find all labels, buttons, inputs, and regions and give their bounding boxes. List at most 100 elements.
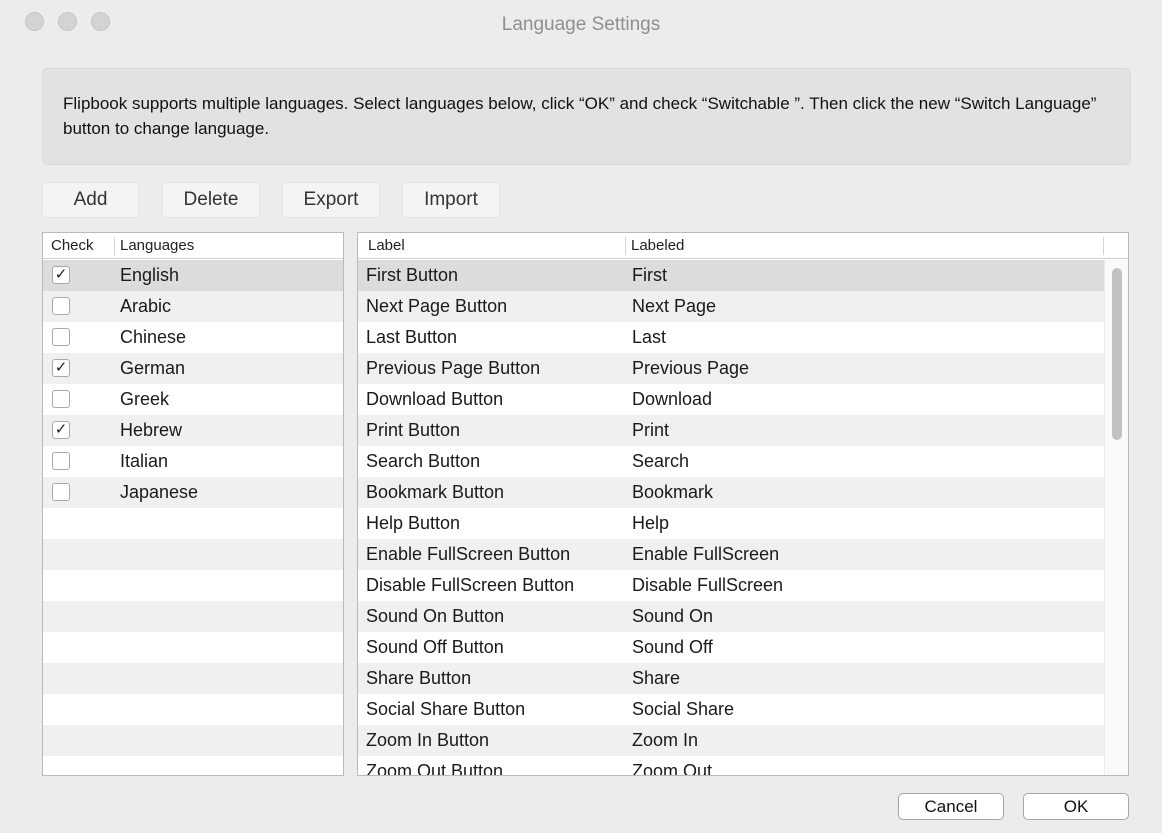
language-row[interactable]: Japanese (43, 477, 343, 508)
label-cell: Last Button (366, 327, 458, 347)
label-cell: Previous Page Button (366, 358, 541, 378)
label-row[interactable]: Help Button Help (358, 508, 1104, 539)
label-row[interactable]: Print Button Print (358, 415, 1104, 446)
language-checkbox[interactable] (52, 328, 70, 346)
language-name: Japanese (120, 482, 199, 502)
scrollbar-thumb[interactable] (1112, 268, 1122, 440)
label-row[interactable]: Zoom Out Button Zoom Out (358, 756, 1104, 775)
check-column-header[interactable]: Check (51, 237, 94, 254)
labeled-cell[interactable]: Enable FullScreen (632, 544, 779, 565)
label-row[interactable]: Sound On Button Sound On (358, 601, 1104, 632)
language-checkbox[interactable]: ✓ (52, 421, 70, 439)
languages-table-body: ✓ English Arabic Chinese ✓ German Greek ✓ Hebrew… (43, 260, 343, 775)
labeled-cell[interactable]: Social Share (632, 699, 734, 720)
export-button[interactable]: Export (282, 182, 380, 218)
labeled-cell[interactable]: Sound Off (632, 637, 713, 658)
language-name: German (120, 358, 186, 378)
labeled-cell[interactable]: Download (632, 389, 712, 410)
label-cell: Social Share Button (366, 699, 526, 719)
labeled-cell[interactable]: Next Page (632, 296, 716, 317)
language-row[interactable]: ✓ German (43, 353, 343, 384)
label-cell: Share Button (366, 668, 472, 688)
label-row[interactable]: Last Button Last (358, 322, 1104, 353)
label-cell: Search Button (366, 451, 481, 471)
label-cell: Zoom In Button (366, 730, 490, 750)
language-name: English (120, 265, 180, 285)
empty-row (43, 601, 343, 632)
cancel-button[interactable]: Cancel (898, 793, 1004, 820)
column-divider (1103, 237, 1104, 255)
labeled-cell[interactable]: Help (632, 513, 669, 534)
window-title: Language Settings (501, 14, 661, 35)
language-checkbox[interactable] (52, 452, 70, 470)
add-button[interactable]: Add (42, 182, 139, 218)
label-row[interactable]: Disable FullScreen Button Disable FullScr… (358, 570, 1104, 601)
labeled-column-header[interactable]: Labeled (631, 237, 684, 254)
label-cell: First Button (366, 265, 459, 285)
empty-row (43, 663, 343, 694)
empty-row (43, 725, 343, 756)
labeled-cell[interactable]: Bookmark (632, 482, 713, 503)
delete-button[interactable]: Delete (162, 182, 260, 218)
label-column-header[interactable]: Label (368, 237, 405, 254)
column-divider[interactable] (625, 237, 626, 255)
label-row[interactable]: Share Button Share (358, 663, 1104, 694)
labeled-cell[interactable]: Print (632, 420, 669, 441)
language-checkbox[interactable] (52, 390, 70, 408)
empty-row (43, 539, 343, 570)
language-row[interactable]: Arabic (43, 291, 343, 322)
label-row[interactable]: Sound Off Button Sound Off (358, 632, 1104, 663)
labeled-cell[interactable]: First (632, 265, 667, 286)
labeled-cell[interactable]: Zoom Out (632, 761, 712, 775)
label-cell: Help Button (366, 513, 461, 533)
labeled-cell[interactable]: Previous Page (632, 358, 749, 379)
language-checkbox[interactable] (52, 297, 70, 315)
label-cell: Next Page Button (366, 296, 508, 316)
label-cell: Bookmark Button (366, 482, 505, 502)
labels-scrollbar[interactable] (1104, 260, 1128, 775)
label-cell: Sound Off Button (366, 637, 504, 657)
label-row[interactable]: Next Page Button Next Page (358, 291, 1104, 322)
empty-row (43, 570, 343, 601)
label-row[interactable]: Zoom In Button Zoom In (358, 725, 1104, 756)
label-row[interactable]: Enable FullScreen Button Enable FullScree… (358, 539, 1104, 570)
label-cell: Download Button (366, 389, 504, 409)
label-row[interactable]: Download Button Download (358, 384, 1104, 415)
language-row[interactable]: Chinese (43, 322, 343, 353)
column-divider[interactable] (114, 237, 115, 255)
language-checkbox[interactable]: ✓ (52, 266, 70, 284)
ok-button[interactable]: OK (1023, 793, 1129, 820)
language-row[interactable]: Greek (43, 384, 343, 415)
language-row[interactable]: ✓ English (43, 260, 343, 291)
label-row[interactable]: Previous Page Button Previous Page (358, 353, 1104, 384)
label-row[interactable]: First Button First (358, 260, 1104, 291)
labeled-cell[interactable]: Last (632, 327, 666, 348)
labels-table-body: First Button First Next Page Button Next Pa… (358, 260, 1104, 775)
language-name: Chinese (120, 327, 187, 347)
language-checkbox[interactable] (52, 483, 70, 501)
label-cell: Disable FullScreen Button (366, 575, 575, 595)
language-name: Hebrew (120, 420, 183, 440)
empty-row (43, 694, 343, 725)
language-name: Italian (120, 451, 169, 471)
labeled-cell[interactable]: Zoom In (632, 730, 698, 751)
language-row[interactable]: ✓ Hebrew (43, 415, 343, 446)
languages-column-header[interactable]: Languages (120, 237, 194, 254)
language-checkbox[interactable]: ✓ (52, 359, 70, 377)
labeled-cell[interactable]: Sound On (632, 606, 713, 627)
language-row[interactable]: Italian (43, 446, 343, 477)
labeled-cell[interactable]: Disable FullScreen (632, 575, 783, 596)
labels-table: Label Labeled First Button First Next Page… (357, 232, 1129, 776)
labeled-cell[interactable]: Search (632, 451, 689, 472)
language-name: Arabic (120, 296, 172, 316)
title-bar: Language Settings (0, 0, 1162, 46)
label-row[interactable]: Search Button Search (358, 446, 1104, 477)
label-row[interactable]: Social Share Button Social Share (358, 694, 1104, 725)
labeled-cell[interactable]: Share (632, 668, 680, 689)
import-button[interactable]: Import (402, 182, 500, 218)
labels-table-header: Label Labeled (358, 233, 1128, 259)
language-name: Greek (120, 389, 170, 409)
label-cell: Print Button (366, 420, 461, 440)
label-cell: Enable FullScreen Button (366, 544, 571, 564)
label-row[interactable]: Bookmark Button Bookmark (358, 477, 1104, 508)
